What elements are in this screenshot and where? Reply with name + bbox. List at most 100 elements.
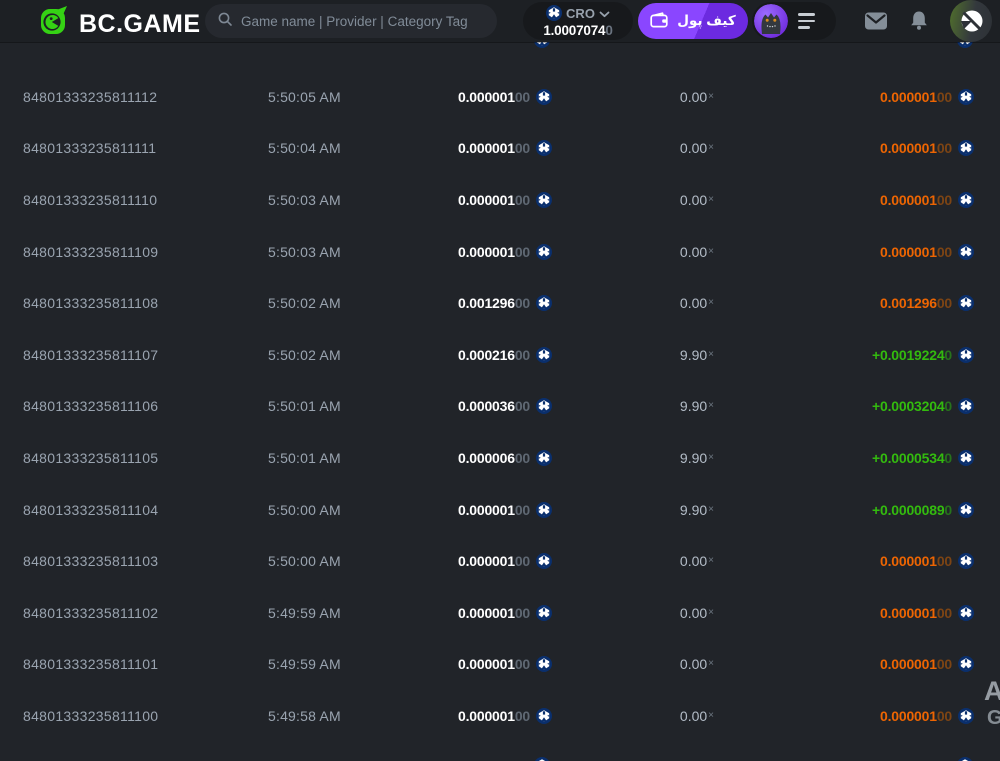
bet-amount: 0.00003600	[458, 398, 552, 415]
bet-multiplier: 0.00×	[679, 191, 714, 208]
bet-time: 5:49:59 AM	[268, 604, 341, 621]
cro-coin-icon	[536, 295, 552, 312]
cro-coin-icon	[536, 707, 552, 724]
wallet-icon	[650, 11, 669, 31]
bet-row[interactable]: 84801333235811100 5:49:58 AM 0.00000100 …	[0, 690, 1000, 742]
top-bar: BC.GAME CRO	[0, 0, 1000, 42]
bet-payout: 0.00129600	[880, 295, 974, 312]
bet-row[interactable]: 84801333235811111 5:50:04 AM 0.00000100 …	[0, 123, 1000, 175]
bet-amount: 0.00129600	[458, 295, 552, 312]
bets-table: 84801333235811112 5:50:05 AM 0.00000100 …	[0, 42, 1000, 761]
bet-id: 84801333235811112	[23, 88, 158, 105]
cro-coin-icon	[958, 656, 974, 673]
bet-time: 5:49:58 AM	[268, 707, 341, 724]
bet-time: 5:50:02 AM	[268, 346, 341, 363]
bet-row[interactable]: 84801333235811106 5:50:01 AM 0.00003600 …	[0, 381, 1000, 433]
bet-time: 5:50:00 AM	[268, 501, 341, 518]
cro-coin-icon	[958, 346, 974, 363]
bet-payout: 0.00000100	[880, 88, 974, 105]
bet-amount: 0.00021600	[458, 346, 552, 363]
cro-coin-icon	[958, 88, 974, 105]
cro-coin-icon	[536, 243, 552, 260]
search-bar[interactable]	[205, 4, 497, 38]
cro-coin-icon	[536, 140, 552, 157]
bet-amount: 0.00000100	[458, 191, 552, 208]
cro-coin-icon	[546, 4, 563, 23]
cro-coin-icon	[957, 42, 973, 48]
menu-icon[interactable]	[798, 13, 815, 29]
bet-payout: +0.00192240	[872, 346, 974, 363]
cro-coin-icon	[958, 398, 974, 415]
bet-amount: 0.00000100	[458, 243, 552, 260]
cro-coin-icon	[958, 191, 974, 208]
bet-row[interactable]: 84801333235811107 5:50:02 AM 0.00021600 …	[0, 329, 1000, 381]
bet-amount: 0.00000100	[458, 656, 552, 673]
bet-multiplier: 0.00×	[679, 707, 714, 724]
bet-multiplier: 0.00×	[679, 295, 714, 312]
notifications-button[interactable]	[907, 9, 933, 33]
bet-row[interactable]: 84801333235811101 5:49:59 AM 0.00000100 …	[0, 639, 1000, 691]
mail-icon	[865, 12, 887, 30]
mail-button[interactable]	[863, 9, 889, 33]
muted-announcement-icon	[961, 10, 983, 32]
cro-coin-icon	[534, 757, 550, 761]
bet-payout: +0.00032040	[872, 398, 974, 415]
avatar[interactable]	[754, 4, 788, 38]
bet-id: 84801333235811103	[23, 553, 159, 570]
bet-payout: 0.00000100	[880, 656, 974, 673]
cro-coin-icon	[536, 501, 552, 518]
cro-coin-icon	[958, 553, 974, 570]
bet-payout: 0.00000100	[880, 243, 974, 260]
bet-multiplier: 0.00×	[679, 88, 714, 105]
bet-multiplier: 0.00×	[679, 140, 714, 157]
currency-selector[interactable]: CRO 1.00070740	[523, 2, 633, 40]
bet-id: 84801333235811111	[23, 140, 157, 157]
bet-id: 84801333235811104	[23, 501, 159, 518]
bet-row[interactable]: 84801333235811103 5:50:00 AM 0.00000100 …	[0, 535, 1000, 587]
wallet-button[interactable]: كيف پول	[638, 3, 748, 39]
balance-amount: 1.00070740	[543, 22, 613, 38]
cro-coin-icon	[536, 656, 552, 673]
bet-row[interactable]: 84801333235811109 5:50:03 AM 0.00000100 …	[0, 226, 1000, 278]
bet-row[interactable]: 84801333235811108 5:50:02 AM 0.00129600 …	[0, 277, 1000, 329]
bet-time: 5:50:01 AM	[268, 449, 341, 466]
bet-multiplier: 0.00×	[679, 553, 714, 570]
bet-amount: 0.00000100	[458, 707, 552, 724]
bet-time: 5:50:01 AM	[268, 398, 341, 415]
cro-coin-icon	[536, 88, 552, 105]
cro-coin-icon	[534, 42, 550, 48]
cro-coin-icon	[958, 604, 974, 621]
bet-id: 84801333235811110	[23, 191, 158, 208]
bet-row[interactable]: 84801333235811102 5:49:59 AM 0.00000100 …	[0, 587, 1000, 639]
bet-payout: 0.00000100	[880, 604, 974, 621]
bet-id: 84801333235811100	[23, 707, 159, 724]
bet-multiplier: 0.00×	[679, 656, 714, 673]
bet-amount: 0.00000100	[458, 553, 552, 570]
brand-logo[interactable]: BC.GAME	[36, 4, 201, 43]
bet-id: 84801333235811108	[23, 295, 159, 312]
cro-coin-icon	[958, 707, 974, 724]
bet-row[interactable]: 84801333235811105 5:50:01 AM 0.00000600 …	[0, 432, 1000, 484]
bet-amount: 0.00000100	[458, 604, 552, 621]
bet-multiplier: 9.90×	[679, 501, 714, 518]
bet-multiplier: 9.90×	[679, 449, 714, 466]
cro-coin-icon	[958, 243, 974, 260]
bet-time: 5:50:02 AM	[268, 295, 341, 312]
bet-id: 84801333235811105	[23, 449, 159, 466]
bet-multiplier: 0.00×	[679, 243, 714, 260]
bet-multiplier: 9.90×	[679, 398, 714, 415]
bet-id: 84801333235811102	[23, 604, 159, 621]
clipped-overlay-text: G	[987, 707, 1000, 729]
bet-time: 5:50:03 AM	[268, 243, 341, 260]
bet-row[interactable]: 84801333235811104 5:50:00 AM 0.00000100 …	[0, 484, 1000, 536]
bet-id: 84801333235811101	[23, 656, 159, 673]
bet-payout: +0.00000890	[872, 501, 974, 518]
bell-icon	[911, 11, 927, 30]
bet-row[interactable]: 84801333235811110 5:50:03 AM 0.00000100 …	[0, 174, 1000, 226]
search-input[interactable]	[241, 13, 485, 29]
bet-id: 84801333235811107	[23, 346, 159, 363]
wallet-button-label: كيف پول	[677, 13, 736, 28]
bet-row[interactable]: 84801333235811112 5:50:05 AM 0.00000100 …	[0, 71, 1000, 123]
bcgame-logo-icon	[36, 4, 70, 43]
announcement-toggle[interactable]	[950, 0, 992, 42]
